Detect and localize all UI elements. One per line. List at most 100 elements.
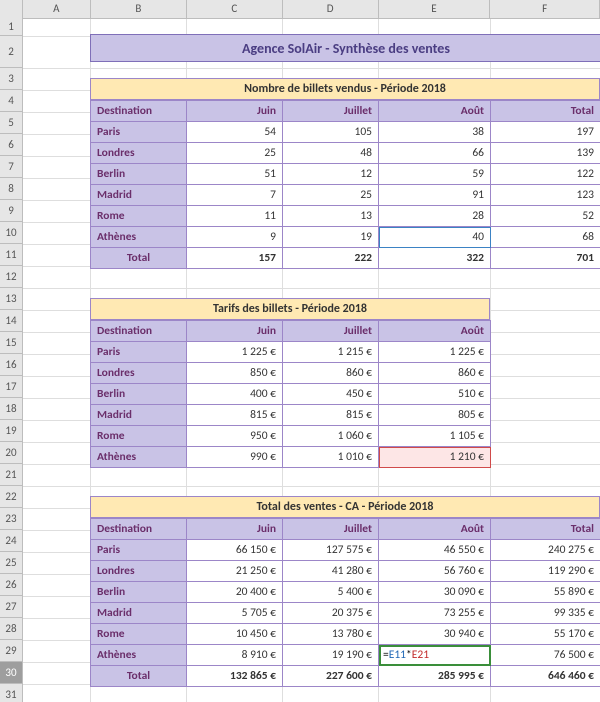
col-juin[interactable]: Juin — [187, 519, 283, 540]
cell[interactable]: 240 275 € — [491, 540, 600, 561]
cell[interactable]: 25 — [187, 143, 283, 164]
row-header-21[interactable]: 21 — [0, 464, 22, 486]
cell[interactable]: 55 170 € — [491, 624, 600, 645]
cell[interactable]: 860 € — [379, 363, 491, 384]
cell[interactable]: 54 — [187, 122, 283, 143]
cell[interactable]: 9 — [187, 227, 283, 248]
row-header-27[interactable]: 27 — [0, 596, 22, 618]
row-header-22[interactable]: 22 — [0, 486, 22, 508]
cell[interactable]: 13 — [283, 206, 379, 227]
col-total[interactable]: Total — [491, 101, 600, 122]
cell[interactable]: 21 250 € — [187, 561, 283, 582]
col-header-e[interactable]: E — [379, 0, 491, 18]
col-juillet[interactable]: Juillet — [283, 101, 379, 122]
row-header-30[interactable]: 30 — [0, 662, 22, 684]
cell[interactable]: 122 — [491, 164, 600, 185]
cell[interactable]: 30 090 € — [379, 582, 491, 603]
col-juillet[interactable]: Juillet — [283, 321, 379, 342]
row-header-20[interactable]: 20 — [0, 442, 22, 464]
col-aout[interactable]: Août — [379, 321, 491, 342]
total-cell[interactable]: 157 — [187, 248, 283, 269]
cell[interactable]: 5 705 € — [187, 603, 283, 624]
row-header-6[interactable]: 6 — [0, 134, 22, 156]
row-header-31[interactable]: 31 — [0, 684, 22, 702]
total-cell[interactable]: 285 995 € — [379, 666, 491, 687]
cell[interactable]: 76 500 € — [491, 645, 600, 666]
row-header-3[interactable]: 3 — [0, 68, 22, 90]
total-cell[interactable]: 646 460 € — [491, 666, 600, 687]
row-header-17[interactable]: 17 — [0, 376, 22, 398]
cell[interactable]: 12 — [283, 164, 379, 185]
row-header-18[interactable]: 18 — [0, 398, 22, 420]
cell[interactable]: 990 € — [187, 447, 283, 468]
row-header-9[interactable]: 9 — [0, 200, 22, 222]
cell[interactable]: 8 910 € — [187, 645, 283, 666]
row-header-25[interactable]: 25 — [0, 552, 22, 574]
cell[interactable]: 28 — [379, 206, 491, 227]
cell[interactable]: 68 — [491, 227, 600, 248]
cell[interactable]: 815 € — [283, 405, 379, 426]
cell[interactable]: 139 — [491, 143, 600, 164]
cell[interactable]: 510 € — [379, 384, 491, 405]
cell[interactable]: 20 375 € — [283, 603, 379, 624]
col-header-c[interactable]: C — [187, 0, 283, 18]
col-header-d[interactable]: D — [283, 0, 379, 18]
row-label[interactable]: Londres — [91, 363, 187, 384]
cell[interactable]: 805 € — [379, 405, 491, 426]
cell[interactable]: 52 — [491, 206, 600, 227]
cell[interactable]: 1 225 € — [187, 342, 283, 363]
cell[interactable]: 400 € — [187, 384, 283, 405]
row-header-29[interactable]: 29 — [0, 640, 22, 662]
col-juillet[interactable]: Juillet — [283, 519, 379, 540]
row-label[interactable]: Paris — [91, 540, 187, 561]
cell[interactable]: 51 — [187, 164, 283, 185]
row-header-15[interactable]: 15 — [0, 332, 22, 354]
row-label[interactable]: Rome — [91, 426, 187, 447]
cell[interactable]: 1 225 € — [379, 342, 491, 363]
row-label[interactable]: Berlin — [91, 582, 187, 603]
row-header-12[interactable]: 12 — [0, 266, 22, 288]
col-destination[interactable]: Destination — [91, 101, 187, 122]
row-header-4[interactable]: 4 — [0, 90, 22, 112]
cell[interactable]: 1 060 € — [283, 426, 379, 447]
formula-editing-cell[interactable]: =E11*E21 — [379, 645, 491, 666]
col-aout[interactable]: Août — [379, 519, 491, 540]
cell[interactable]: 10 450 € — [187, 624, 283, 645]
total-cell[interactable]: 222 — [283, 248, 379, 269]
cell[interactable]: 55 890 € — [491, 582, 600, 603]
cell[interactable]: 815 € — [187, 405, 283, 426]
cell[interactable]: 66 150 € — [187, 540, 283, 561]
row-label[interactable]: Athènes — [91, 645, 187, 666]
cell[interactable]: 127 575 € — [283, 540, 379, 561]
cell[interactable]: 30 940 € — [379, 624, 491, 645]
cell[interactable]: 20 400 € — [187, 582, 283, 603]
cell[interactable]: 197 — [491, 122, 600, 143]
row-header-14[interactable]: 14 — [0, 310, 22, 332]
cell[interactable]: 5 400 € — [283, 582, 379, 603]
total-label[interactable]: Total — [91, 248, 187, 269]
cell[interactable]: 13 780 € — [283, 624, 379, 645]
row-header-19[interactable]: 19 — [0, 420, 22, 442]
row-label[interactable]: Paris — [91, 122, 187, 143]
cell[interactable]: 73 255 € — [379, 603, 491, 624]
row-label[interactable]: Madrid — [91, 603, 187, 624]
cell[interactable]: 450 € — [283, 384, 379, 405]
row-header-11[interactable]: 11 — [0, 244, 22, 266]
row-header-16[interactable]: 16 — [0, 354, 22, 376]
cell[interactable]: 950 € — [187, 426, 283, 447]
total-cell[interactable]: 322 — [379, 248, 491, 269]
col-header-b[interactable]: B — [91, 0, 187, 18]
col-juin[interactable]: Juin — [187, 101, 283, 122]
col-juin[interactable]: Juin — [187, 321, 283, 342]
cell[interactable]: 99 335 € — [491, 603, 600, 624]
cell[interactable]: 860 € — [283, 363, 379, 384]
row-header-28[interactable]: 28 — [0, 618, 22, 640]
row-header-7[interactable]: 7 — [0, 156, 22, 178]
cell[interactable]: 105 — [283, 122, 379, 143]
row-header-1[interactable]: 1 — [0, 18, 22, 36]
total-label[interactable]: Total — [91, 666, 187, 687]
spreadsheet[interactable]: A B C D E F 1234567891011121314151617181… — [0, 0, 600, 702]
row-header-13[interactable]: 13 — [0, 288, 22, 310]
select-all-corner[interactable] — [0, 0, 23, 18]
cell[interactable]: 1 215 € — [283, 342, 379, 363]
